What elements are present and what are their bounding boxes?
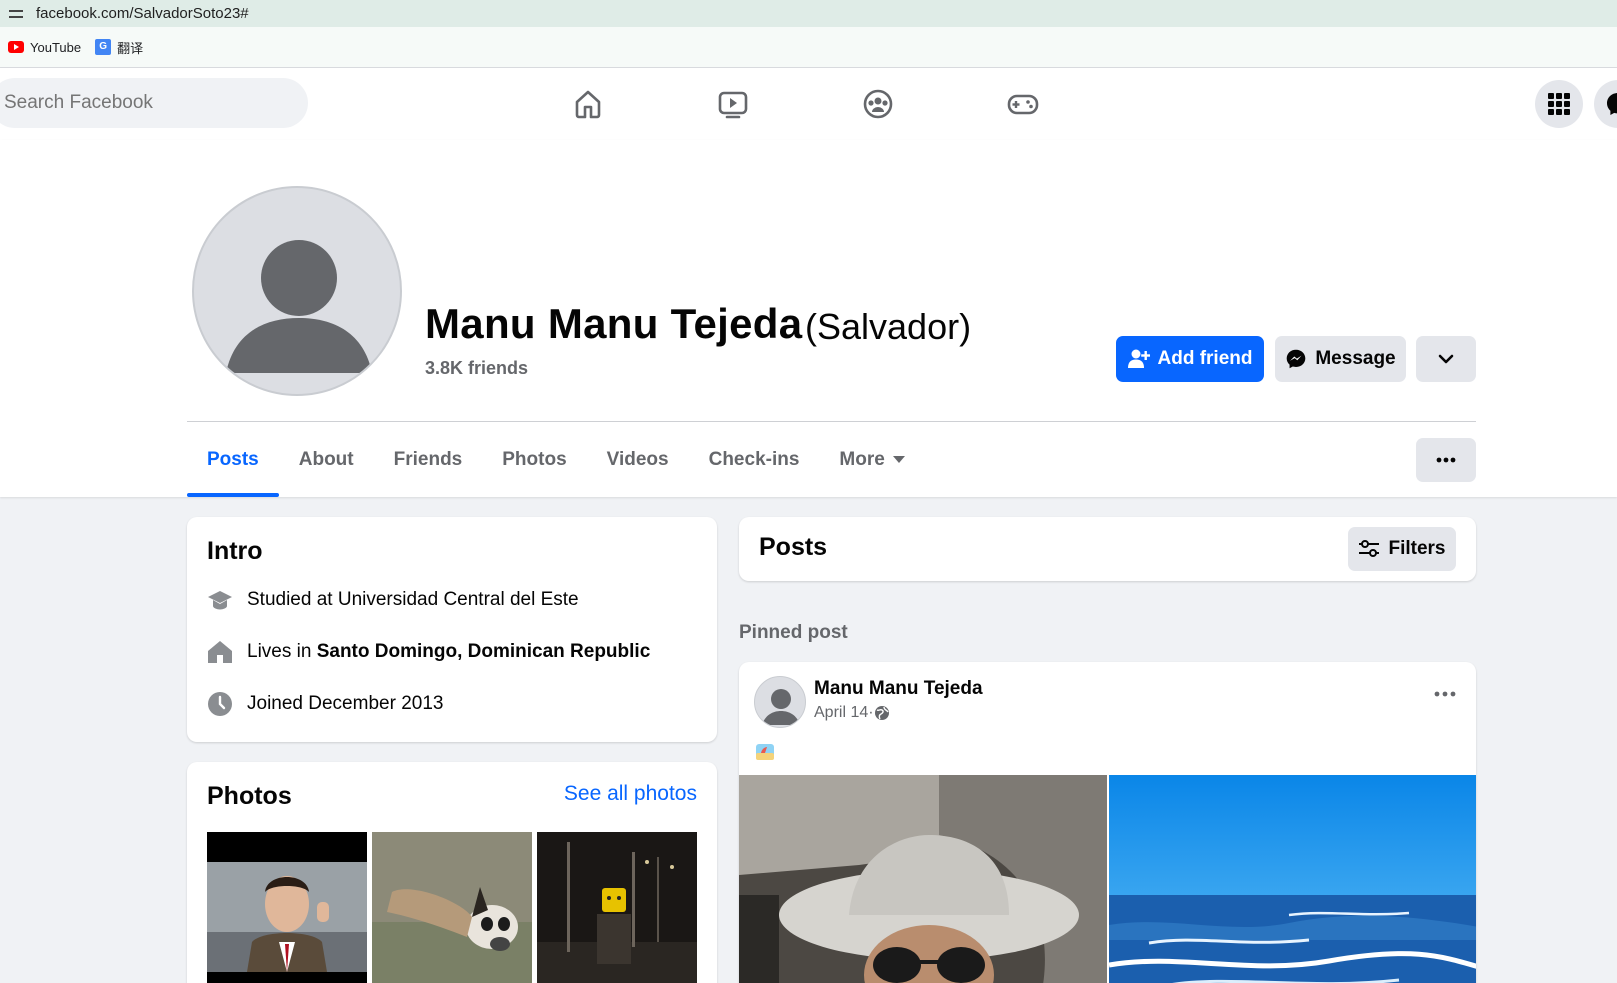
friends-count[interactable]: 3.8K friends [425, 358, 528, 379]
tab-friends[interactable]: Friends [374, 422, 483, 497]
intro-title: Intro [207, 537, 263, 565]
intro-joined: Joined December 2013 [207, 691, 443, 717]
message-button[interactable]: Message [1275, 336, 1406, 382]
post-author-name[interactable]: Manu Manu Tejeda [814, 678, 983, 700]
photos-card: Photos See all photos [187, 762, 717, 983]
top-navigation [0, 68, 1617, 140]
posts-header-card: Posts Filters [739, 517, 1476, 581]
translate-icon: G [95, 39, 112, 55]
profile-tabs: Posts About Friends Photos Videos Check-… [187, 422, 925, 497]
tab-label: More [839, 448, 885, 470]
post-meta: April 14 · [814, 704, 890, 722]
photo-thumbnail[interactable] [537, 832, 697, 983]
tab-photos[interactable]: Photos [482, 422, 586, 497]
tab-label: Posts [207, 448, 259, 470]
profile-options-button[interactable] [1416, 438, 1476, 482]
add-friend-icon [1127, 349, 1150, 368]
posts-title: Posts [759, 533, 828, 561]
caret-down-icon [892, 456, 905, 463]
intro-location: Lives in Santo Domingo, Dominican Republ… [207, 639, 650, 665]
post-options-button[interactable] [1434, 684, 1456, 702]
profile-name: Manu Manu Tejeda [425, 300, 803, 347]
intro-location-text: Lives in Santo Domingo, Dominican Republ… [247, 641, 650, 663]
tab-check-ins[interactable]: Check-ins [689, 422, 820, 497]
profile-avatar[interactable] [192, 186, 402, 396]
post-date[interactable]: April 14 [814, 704, 868, 722]
profile-alternate-name: (Salvador) [805, 306, 972, 347]
messenger-icon[interactable] [1594, 80, 1617, 128]
bookmark-label: 翻译 [117, 40, 144, 56]
intro-education-text: Studied at Universidad Central del Este [247, 589, 579, 610]
search-input[interactable] [0, 78, 308, 128]
tab-posts[interactable]: Posts [187, 422, 279, 497]
tab-label: Check-ins [708, 448, 800, 470]
intro-education: Studied at Universidad Central del Este [207, 587, 579, 613]
youtube-icon [8, 41, 24, 53]
home-icon[interactable] [568, 84, 608, 124]
add-friend-button[interactable]: Add friend [1116, 336, 1264, 382]
house-icon [207, 639, 233, 665]
lives-prefix: Lives in [247, 641, 317, 662]
chevron-down-icon [1438, 354, 1454, 364]
groups-icon[interactable] [858, 84, 898, 124]
url-text[interactable]: facebook.com/SalvadorSoto23# [36, 5, 249, 22]
menu-grid-icon[interactable] [1535, 80, 1583, 128]
pinned-post-label: Pinned post [739, 622, 848, 643]
tab-about[interactable]: About [279, 422, 374, 497]
more-actions-button[interactable] [1416, 336, 1476, 382]
photo-thumbnail[interactable] [372, 832, 532, 983]
post-photo-selfie[interactable] [739, 775, 1107, 983]
site-settings-icon[interactable] [8, 7, 24, 21]
tab-label: About [298, 448, 354, 470]
tab-label: Friends [393, 448, 463, 470]
add-friend-label: Add friend [1157, 348, 1253, 369]
globe-icon [874, 706, 889, 720]
filters-button[interactable]: Filters [1348, 527, 1456, 571]
clock-icon [207, 691, 233, 717]
gaming-icon[interactable] [1003, 84, 1043, 124]
message-label: Message [1315, 348, 1396, 369]
post-photo-ocean[interactable] [1109, 775, 1476, 983]
bookmarks-bar: YouTube G 翻译 [0, 27, 1617, 68]
post-author-avatar[interactable] [754, 676, 806, 728]
tab-label: Photos [502, 448, 567, 470]
graduation-cap-icon [207, 587, 233, 613]
filters-icon [1359, 540, 1380, 557]
see-all-photos-link[interactable]: See all photos [564, 782, 697, 806]
profile-header: Manu Manu Tejeda (Salvador) 3.8K friends… [0, 140, 1617, 497]
intro-card: Intro Studied at Universidad Central del… [187, 517, 717, 742]
bookmark-translate[interactable]: G 翻译 [95, 38, 143, 57]
pinned-post-card: Manu Manu Tejeda April 14 · [739, 662, 1476, 983]
photo-thumbnail[interactable] [207, 832, 367, 983]
beach-emoji-icon [755, 742, 775, 767]
bookmark-label: YouTube [30, 39, 82, 55]
tab-more[interactable]: More [819, 422, 924, 497]
tab-label: Videos [606, 448, 669, 470]
messenger-icon [1287, 349, 1306, 369]
intro-joined-text: Joined December 2013 [247, 693, 444, 714]
filters-label: Filters [1388, 538, 1446, 559]
lives-place-link[interactable]: Santo Domingo, Dominican Republic [317, 641, 651, 662]
photos-title: Photos [207, 782, 292, 810]
address-bar[interactable]: facebook.com/SalvadorSoto23# [0, 0, 1617, 27]
tab-videos[interactable]: Videos [587, 422, 689, 497]
video-icon[interactable] [713, 84, 753, 124]
more-horizontal-icon [1434, 691, 1456, 697]
bookmark-youtube[interactable]: YouTube [8, 40, 81, 55]
more-horizontal-icon [1436, 457, 1456, 463]
